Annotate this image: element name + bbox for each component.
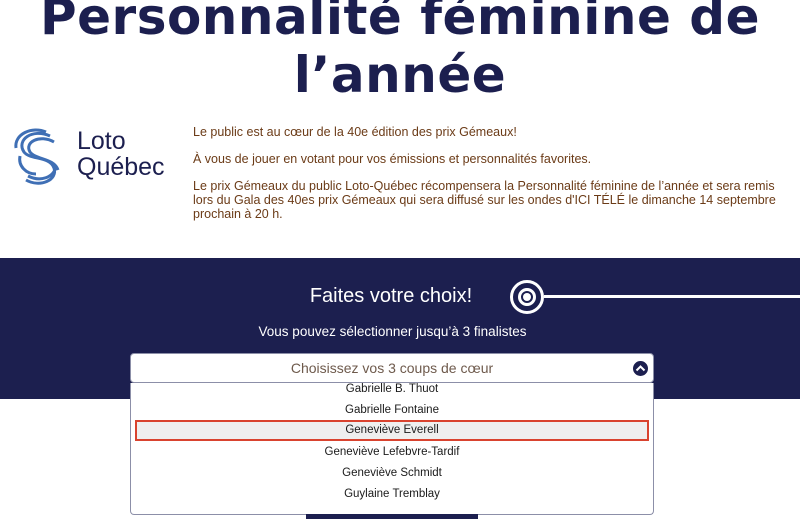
logo-line-2: Québec xyxy=(77,153,165,181)
option-genevieve-lefebvre-tardif[interactable]: Geneviève Lefebvre-Tardif xyxy=(131,442,653,463)
loto-quebec-emblem-icon xyxy=(14,128,60,185)
intro-paragraph-2: À vous de jouer en votant pour vos émiss… xyxy=(193,152,592,166)
option-gabrielle-b-thuot[interactable]: Gabrielle B. Thuot xyxy=(131,383,653,400)
page-title-line-1: Personnalité féminine de xyxy=(39,0,760,46)
option-guylaine-tremblay[interactable]: Guylaine Tremblay xyxy=(131,484,653,505)
option-gabrielle-fontaine[interactable]: Gabrielle Fontaine xyxy=(131,400,653,421)
logo-line-1: Loto xyxy=(77,127,126,155)
intro-text: Le public est au cœur de la 40e édition … xyxy=(193,125,783,234)
vote-subtitle: Vous pouvez sélectionner jusqu’à 3 final… xyxy=(258,324,527,339)
logo-wordmark: Loto Québec xyxy=(77,128,165,180)
decorative-line xyxy=(544,295,800,298)
target-dot xyxy=(523,293,531,301)
loto-quebec-logo: Loto Québec xyxy=(10,126,180,188)
vote-title: Faites votre choix! xyxy=(309,285,473,307)
finalist-dropdown-list[interactable]: Gabrielle B. Thuot Gabrielle Fontaine Ge… xyxy=(130,383,654,515)
finalist-select[interactable]: Choisissez vos 3 coups de cœur xyxy=(130,353,654,383)
intro-paragraph-3: Le prix Gémeaux du public Loto-Québec ré… xyxy=(193,179,776,221)
page-title: Personnalité féminine de l’année xyxy=(0,0,800,104)
target-icon xyxy=(510,280,544,314)
submit-button[interactable] xyxy=(306,514,478,519)
intro-paragraph-1: Le public est au cœur de la 40e édition … xyxy=(193,125,517,139)
page-title-line-2: l’année xyxy=(293,46,507,104)
finalist-select-placeholder: Choisissez vos 3 coups de cœur xyxy=(290,360,494,376)
option-genevieve-schmidt[interactable]: Geneviève Schmidt xyxy=(131,463,653,484)
option-genevieve-everell[interactable]: Geneviève Everell xyxy=(135,420,649,441)
chevron-up-icon[interactable] xyxy=(633,361,648,376)
